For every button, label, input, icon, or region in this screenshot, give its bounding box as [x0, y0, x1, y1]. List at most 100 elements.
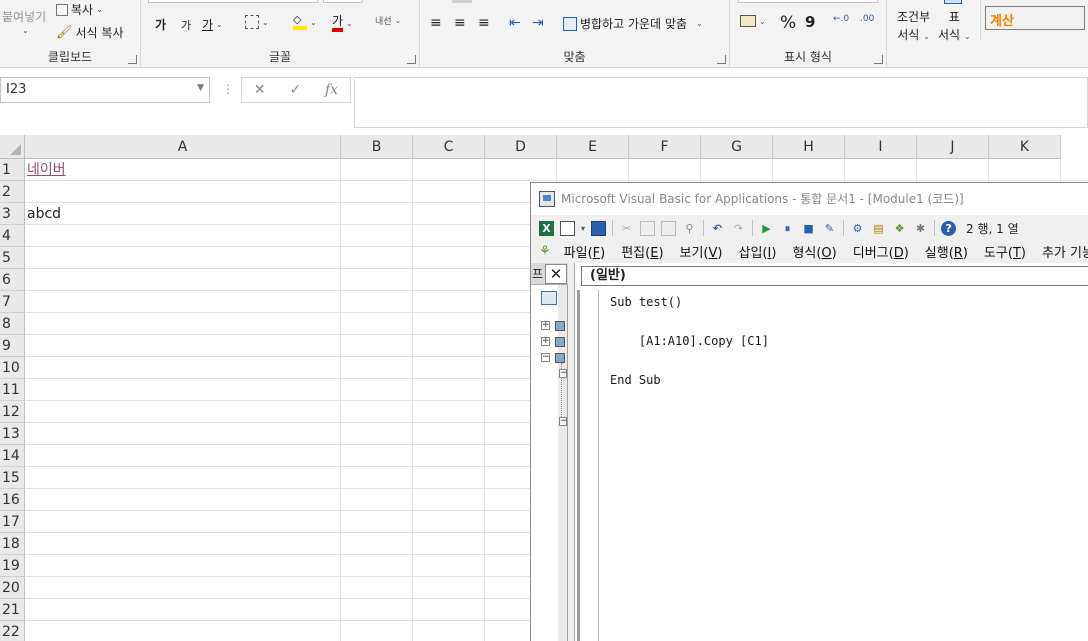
undo-icon[interactable]: ↶ [710, 221, 725, 236]
row-header[interactable]: 18 [0, 533, 25, 555]
fill-color-button[interactable]: ◇ ⌄ [293, 14, 317, 30]
row-header[interactable]: 21 [0, 599, 25, 621]
row-header[interactable]: 4 [0, 225, 25, 247]
row-header[interactable]: 12 [0, 401, 25, 423]
view-code-icon[interactable] [541, 291, 557, 305]
break-icon[interactable]: ⏸ [780, 221, 795, 236]
percent-button[interactable]: % [780, 13, 796, 33]
shrink-font-button[interactable]: 가 [181, 17, 191, 33]
project-pane-close-icon[interactable]: ✕ [545, 264, 567, 284]
format-table-button[interactable]: 표 서식 ⌄ [938, 8, 971, 43]
format-painter-button[interactable]: 🖌 서식 복사 [56, 24, 124, 41]
font-launcher-icon[interactable] [407, 55, 416, 64]
row-header[interactable]: 15 [0, 467, 25, 489]
column-header[interactable]: K [989, 135, 1061, 159]
vba-menu-item[interactable]: 실행(R) [925, 242, 968, 261]
comma-button[interactable]: 9 [805, 13, 815, 31]
column-header[interactable]: E [557, 135, 629, 159]
column-header[interactable]: H [773, 135, 845, 159]
vba-menu-item[interactable]: 추가 기능 [1042, 242, 1088, 261]
enter-icon[interactable]: ✓ [289, 82, 301, 98]
redo-icon[interactable]: ↷ [731, 221, 746, 236]
copy-button[interactable]: 복사 ⌄ [56, 1, 103, 18]
row-header[interactable]: 17 [0, 511, 25, 533]
vba-menu-item[interactable]: 삽입(I) [739, 242, 777, 261]
object-browser-icon[interactable]: ❖ [892, 221, 907, 236]
align-center-button[interactable]: ≡ [454, 15, 466, 31]
name-box[interactable]: I23 ▼ [0, 77, 210, 103]
column-header[interactable]: I [845, 135, 917, 159]
paste-dropdown-icon[interactable]: ⌄ [22, 26, 29, 35]
row-header[interactable]: 9 [0, 335, 25, 357]
font-name-box[interactable] [148, 0, 318, 3]
vba-menu-item[interactable]: 형식(O) [792, 242, 836, 261]
view-excel-icon[interactable]: X [539, 220, 554, 236]
accounting-button[interactable]: ⌄ [740, 15, 766, 27]
paste-icon[interactable] [661, 220, 677, 236]
row-header[interactable]: 3 [0, 203, 25, 225]
select-all-corner[interactable] [0, 135, 25, 159]
row-header[interactable]: 7 [0, 291, 25, 313]
align-right-button[interactable]: ≡ [478, 15, 490, 31]
find-icon[interactable]: ⚲ [682, 221, 697, 236]
object-combo[interactable]: (일반) [581, 266, 1088, 286]
row-header[interactable]: 22 [0, 621, 25, 641]
grow-font-button[interactable]: 가 [155, 16, 166, 33]
paste-button[interactable]: 붙여넣기 [2, 8, 46, 25]
cut-icon[interactable]: ✂ [619, 221, 634, 236]
row-header[interactable]: 13 [0, 423, 25, 445]
cell-a1[interactable]: 네이버 [27, 159, 66, 181]
design-mode-icon[interactable]: ✎ [822, 221, 837, 236]
vba-menu-item[interactable]: 보기(V) [680, 242, 723, 261]
properties-icon[interactable]: ▤ [871, 221, 886, 236]
insert-dropdown-icon[interactable]: ▾ [581, 224, 585, 233]
column-header[interactable]: A [25, 135, 341, 159]
row-header[interactable]: 8 [0, 313, 25, 335]
save-icon[interactable] [591, 220, 607, 236]
vba-title-bar[interactable]: Microsoft Visual Basic for Applications … [531, 183, 1088, 215]
row-header[interactable]: 5 [0, 247, 25, 269]
row-header[interactable]: 14 [0, 445, 25, 467]
number-launcher-icon[interactable] [874, 55, 883, 64]
column-header[interactable]: G [701, 135, 773, 159]
vba-menu-item[interactable]: 디버그(D) [853, 242, 909, 261]
number-format-box[interactable] [738, 0, 878, 3]
code-editor[interactable]: Sub test() [A1:A10].Copy [C1] End Sub [610, 293, 769, 391]
tree-collapse-icon[interactable]: − [559, 417, 568, 426]
help-icon[interactable]: ? [941, 220, 957, 236]
decrease-decimal-button[interactable]: .00 [860, 14, 874, 24]
formula-input[interactable] [354, 77, 1088, 128]
phonetic-button[interactable]: 내선 ⌄ [375, 14, 401, 27]
tree-collapse-icon[interactable]: − [559, 369, 568, 378]
increase-indent-button[interactable]: ⇥ [532, 15, 544, 31]
copy-icon[interactable] [640, 220, 656, 236]
cell-style-calculation[interactable]: 계산 [985, 6, 1085, 30]
cell-a3[interactable]: abcd [27, 203, 61, 225]
row-header[interactable]: 10 [0, 357, 25, 379]
row-header[interactable]: 2 [0, 181, 25, 203]
decrease-indent-button[interactable]: ⇤ [509, 15, 521, 31]
clipboard-launcher-icon[interactable] [128, 55, 137, 64]
alignment-launcher-icon[interactable] [717, 55, 726, 64]
underline-button[interactable]: 가 ⌄ [202, 16, 223, 33]
tree-expand-icon[interactable]: + [541, 321, 550, 330]
font-color-button[interactable]: 가 ⌄ [332, 14, 353, 32]
reset-icon[interactable]: ■ [801, 221, 816, 236]
row-header[interactable]: 20 [0, 577, 25, 599]
column-header[interactable]: J [917, 135, 989, 159]
row-header[interactable]: 6 [0, 269, 25, 291]
tree-collapse-icon[interactable]: − [541, 353, 550, 362]
merge-center-button[interactable]: 병합하고 가운데 맞춤 ⌄ [563, 15, 703, 32]
column-header[interactable]: B [341, 135, 413, 159]
increase-decimal-button[interactable]: ←.0 [833, 14, 849, 24]
vba-menu-item[interactable]: 편집(E) [621, 242, 663, 261]
row-header[interactable]: 11 [0, 379, 25, 401]
tree-expand-icon[interactable]: + [541, 337, 550, 346]
project-explorer-icon[interactable]: ⚙ [850, 221, 865, 236]
formula-bar-grip-icon[interactable]: ⋮ [222, 82, 234, 96]
row-header[interactable]: 16 [0, 489, 25, 511]
column-header[interactable]: F [629, 135, 701, 159]
vba-menu-item[interactable]: 파일(F) [564, 242, 606, 261]
name-box-dropdown-icon[interactable]: ▼ [197, 83, 204, 93]
row-header[interactable]: 1 [0, 159, 25, 181]
